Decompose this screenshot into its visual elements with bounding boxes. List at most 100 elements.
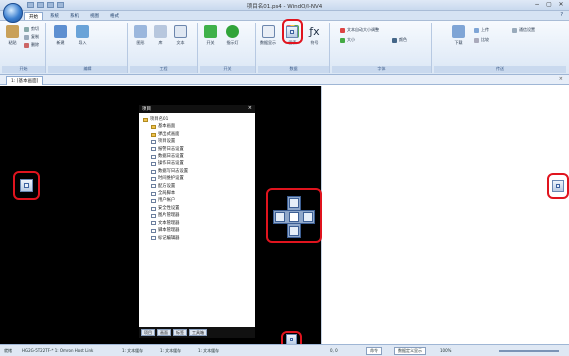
dock-center-top-icon[interactable]	[289, 198, 299, 208]
library-button[interactable]: 库	[154, 25, 167, 46]
tree-item-label: 弹出式画面	[158, 131, 180, 137]
tab-machine[interactable]: 系机	[66, 12, 83, 20]
lamp-icon	[226, 25, 239, 38]
tree-item[interactable]: 文本管理器	[143, 220, 251, 227]
tree-item-label: 操作日志设置	[158, 161, 184, 167]
tree-item[interactable]: 脚本管理器	[143, 227, 251, 234]
text-button[interactable]: 文本	[174, 25, 187, 46]
data-display-button[interactable]: 数据显示	[260, 25, 276, 46]
tree-item-label: 基本画面	[158, 124, 176, 130]
ribbon-group-label: 数据	[258, 66, 329, 73]
document-icon	[151, 206, 156, 211]
maximize-button[interactable]: ▢	[545, 1, 553, 8]
tree-item[interactable]: 项目名01	[143, 116, 251, 123]
dock-right-icon[interactable]	[552, 180, 564, 192]
delete-button[interactable]: 删除	[24, 42, 39, 48]
tree-item[interactable]: 数据日志设置	[143, 153, 251, 160]
tree-item[interactable]: 图片管理器	[143, 212, 251, 219]
shape-button[interactable]: 图形	[134, 25, 147, 46]
ribbon-group-switch: 开关 指示灯 开关	[200, 23, 256, 73]
ribbon-group-label: 开始	[2, 66, 45, 73]
toolbox-tab-button[interactable]: 工具箱	[189, 329, 207, 336]
tree-item-label: 全局脚本	[158, 191, 176, 197]
dock-center-guide[interactable]	[271, 194, 317, 240]
ribbon-group-font: 文本自动大小调整 大小 颜色 字体	[332, 23, 432, 73]
data-definition-button[interactable]: 数据定义显示	[394, 347, 426, 355]
download-button[interactable]: 下载	[452, 25, 465, 46]
library-icon	[154, 25, 167, 38]
dock-center-left-icon[interactable]	[275, 212, 285, 222]
minimize-button[interactable]: −	[533, 1, 541, 8]
status-item: 1: 文本缓存	[198, 348, 220, 353]
ribbon-group-label: 开关	[200, 66, 255, 73]
tree-item-label: 标记编辑器	[158, 235, 180, 241]
close-tab-button[interactable]: ×	[559, 76, 563, 82]
auto-text-size-button[interactable]: 文本自动大小调整	[340, 27, 379, 33]
compare-button[interactable]: 比较	[474, 37, 489, 43]
project-tab-button[interactable]: 项目	[141, 329, 155, 336]
switch-button[interactable]: 开关	[204, 25, 217, 46]
zoom-slider[interactable]	[499, 350, 559, 352]
document-tab-strip: 1: [基本画面] ×	[0, 75, 569, 85]
tab-base-screen-1[interactable]: 1: [基本画面]	[6, 76, 44, 85]
tag-tab-button[interactable]: 标签	[173, 329, 187, 336]
shape-icon	[134, 25, 147, 38]
cut-button[interactable]: 剪切	[24, 26, 39, 32]
document-icon	[151, 139, 156, 144]
import-icon	[76, 25, 89, 38]
tree-item[interactable]: 安全性设置	[143, 205, 251, 212]
comm-settings-button[interactable]: 通信设置	[512, 27, 535, 33]
document-icon	[151, 176, 156, 181]
document-icon	[151, 154, 156, 159]
font-color-select[interactable]: 颜色	[392, 37, 407, 43]
paste-button[interactable]: 粘贴	[6, 25, 19, 46]
document-icon	[151, 162, 156, 167]
tree-item[interactable]: 标记编辑器	[143, 235, 251, 242]
tree-item-label: 数据写日志设置	[158, 168, 189, 174]
data-display-icon	[261, 25, 275, 38]
tab-home[interactable]: 开始	[24, 12, 43, 20]
project-window-titlebar[interactable]: 项目 ×	[139, 105, 255, 113]
ribbon-group-label: 传送	[434, 66, 566, 73]
font-size-select[interactable]: 大小	[340, 37, 355, 43]
tree-item[interactable]: 数据写日志设置	[143, 168, 251, 175]
import-button[interactable]: 导入	[76, 25, 89, 46]
tree-item[interactable]: 用户帐户	[143, 197, 251, 204]
copy-button[interactable]: 复制	[24, 34, 39, 40]
screen-tab-button[interactable]: 画面	[157, 329, 171, 336]
symbol-button[interactable]: ƒx 符号	[308, 25, 321, 46]
ribbon-group-label: 编辑	[48, 66, 127, 73]
ribbon-group-start: 粘贴 剪切 复制 删除 开始	[2, 23, 46, 73]
close-button[interactable]: ✕	[557, 1, 565, 8]
dock-left-icon[interactable]	[20, 179, 33, 192]
tree-item[interactable]: 配方设置	[143, 183, 251, 190]
document-icon	[151, 199, 156, 204]
pilot-lamp-button[interactable]: 指示灯	[226, 25, 239, 46]
upload-button[interactable]: 上传	[474, 27, 489, 33]
ribbon-group-label: 字体	[332, 66, 431, 73]
dock-center-right-icon[interactable]	[303, 212, 313, 222]
tab-view[interactable]: 视图	[86, 12, 103, 20]
tree-item[interactable]: 基本画面	[143, 123, 251, 130]
dock-top-icon[interactable]	[286, 26, 298, 38]
dock-center-bottom-icon[interactable]	[289, 226, 299, 236]
application-menu-button[interactable]	[3, 3, 23, 23]
command-button[interactable]: 命令	[366, 347, 382, 355]
tree-item[interactable]: 时间维护设置	[143, 175, 251, 182]
tree-item[interactable]: 操作日志设置	[143, 160, 251, 167]
tree-item[interactable]: 报警日志设置	[143, 146, 251, 153]
tree-item-label: 数据日志设置	[158, 154, 184, 160]
new-button[interactable]: 新建	[54, 25, 67, 46]
folder-icon	[151, 132, 156, 137]
dock-center-tab-icon[interactable]	[289, 212, 299, 222]
tree-item[interactable]: 全局脚本	[143, 190, 251, 197]
tree-item-label: 用户帐户	[158, 198, 176, 204]
close-icon[interactable]: ×	[248, 105, 252, 111]
tree-item[interactable]: 弹出式画面	[143, 131, 251, 138]
tab-system[interactable]: 系统	[46, 12, 63, 20]
project-window[interactable]: 项目 × 项目名01 基本画面 弹出式画面 项目设置 报警日志设置 数据日志设置 操作日志设…	[138, 104, 256, 339]
tab-format[interactable]: 格式	[106, 12, 123, 20]
help-icon[interactable]: ?	[560, 12, 563, 18]
ribbon-group-label: 工程	[130, 66, 197, 73]
tree-item[interactable]: 项目设置	[143, 138, 251, 145]
